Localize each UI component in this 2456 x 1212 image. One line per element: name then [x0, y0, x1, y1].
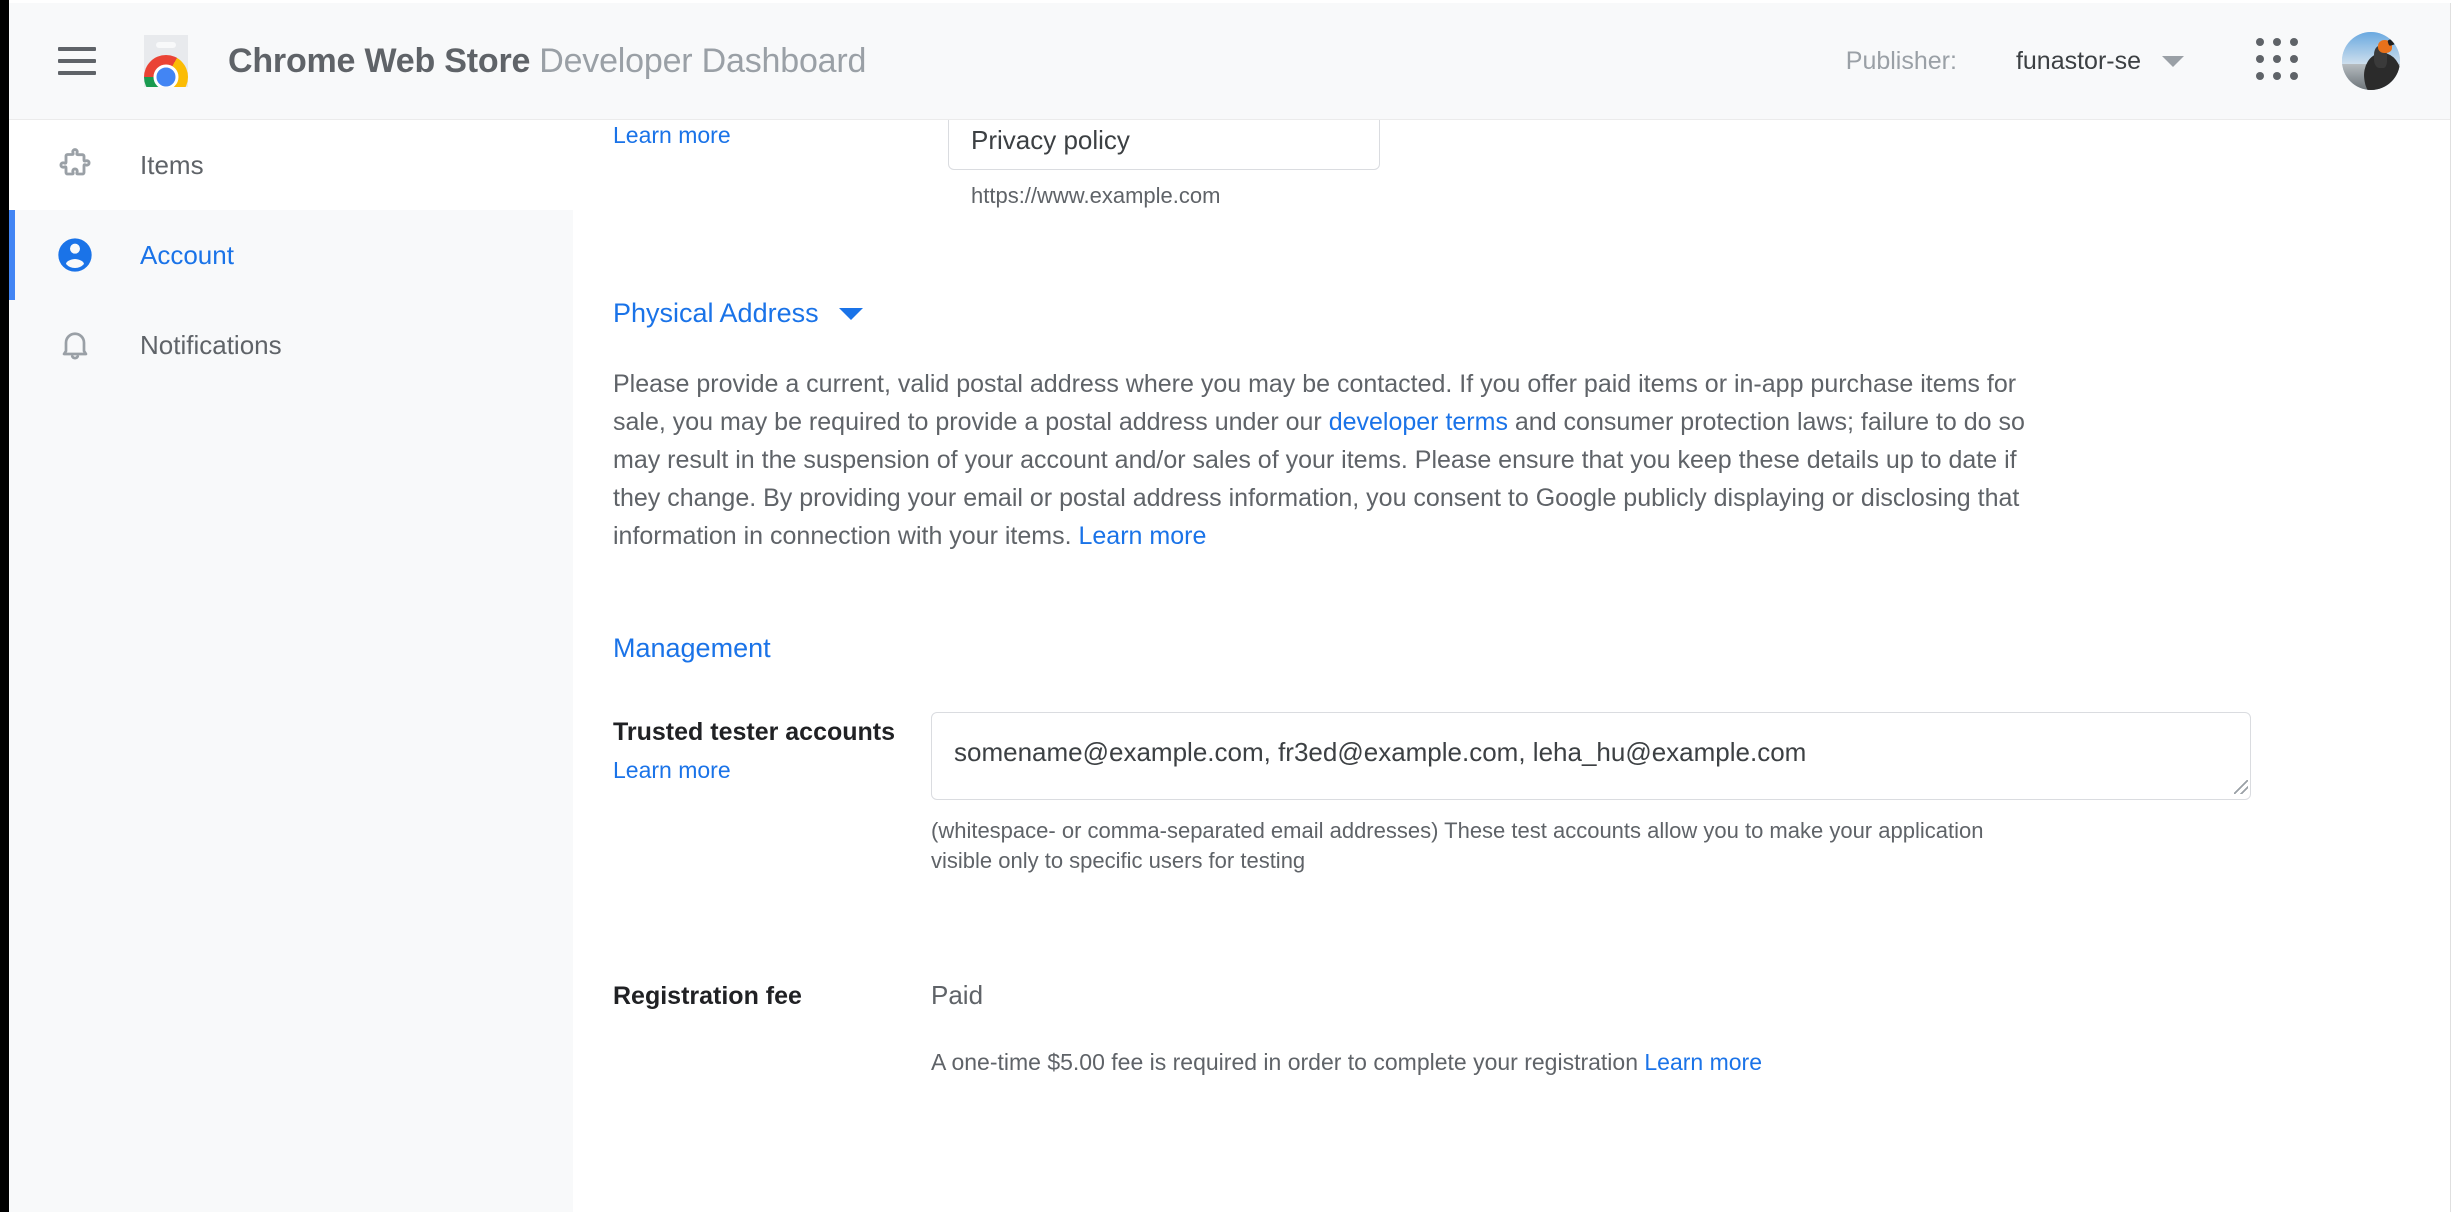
privacy-policy-learn-more-link[interactable]: Learn more: [613, 120, 731, 150]
page-root: Chrome Web Store Developer Dashboard Publ…: [0, 0, 2456, 1212]
apps-grid-dot: [2256, 55, 2264, 63]
apps-grid-dot: [2273, 38, 2281, 46]
physical-address-learn-more-link[interactable]: Learn more: [1079, 522, 1207, 550]
sidebar-item-label: Items: [140, 149, 204, 180]
privacy-policy-row: Learn more Privacy policy https://www.ex…: [613, 120, 2450, 242]
trusted-tester-label-col: Trusted tester accounts Learn more: [613, 712, 931, 784]
trusted-tester-label: Trusted tester accounts: [613, 718, 896, 746]
privacy-policy-helper-text: https://www.example.com: [971, 183, 1221, 208]
bell-icon: [55, 325, 95, 365]
chevron-down-icon: [2162, 55, 2184, 67]
publisher-label: Publisher:: [1845, 46, 1957, 75]
apps-grid-dot: [2256, 72, 2264, 80]
content-inner: Learn more Privacy policy https://www.ex…: [573, 120, 2450, 1076]
account-circle-icon: [55, 235, 95, 275]
sidebar: Items Account Notifications: [9, 120, 573, 1212]
sidebar-item-label: Notifications: [140, 329, 282, 360]
physical-address-description: Please provide a current, valid postal a…: [613, 365, 2056, 555]
hamburger-bar: [58, 71, 96, 75]
management-heading: Management: [613, 633, 2450, 664]
physical-address-section: Physical Address Please provide a curren…: [613, 298, 2450, 555]
apps-grid-dot: [2273, 55, 2281, 63]
trusted-tester-accounts-row: Trusted tester accounts Learn more somen…: [613, 712, 2450, 876]
publisher-value: funastor-se: [2015, 46, 2141, 75]
trusted-tester-textarea[interactable]: somename@example.com, fr3ed@example.com,…: [931, 712, 2251, 800]
textarea-resize-handle[interactable]: [2234, 780, 2248, 794]
publisher-dropdown[interactable]: funastor-se: [2016, 47, 2184, 76]
shopping-bag-shape: [144, 35, 188, 87]
chevron-down-icon: [838, 307, 863, 320]
apps-grid-dot: [2273, 72, 2281, 80]
apps-grid-icon[interactable]: [2256, 38, 2302, 84]
physical-address-heading[interactable]: Physical Address: [613, 298, 2450, 329]
apps-grid-dot: [2290, 38, 2298, 46]
registration-fee-label-col: Registration fee: [613, 976, 931, 1011]
management-section: Management Trusted tester accounts Learn…: [613, 633, 2450, 1076]
privacy-policy-input[interactable]: Privacy policy: [948, 120, 1380, 170]
app-header: Chrome Web Store Developer Dashboard Publ…: [9, 3, 2450, 120]
registration-fee-note: A one-time $5.00 fee is required in orde…: [931, 1049, 2450, 1076]
app-title-light: Developer Dashboard: [539, 41, 867, 80]
sidebar-item-account[interactable]: Account: [9, 210, 573, 300]
hamburger-menu-icon[interactable]: [51, 35, 103, 87]
sidebar-item-notifications[interactable]: Notifications: [9, 300, 573, 390]
avatar[interactable]: [2342, 32, 2400, 90]
registration-fee-row: Registration fee Paid A one-time $5.00 f…: [613, 976, 2450, 1076]
app-title-strong: Chrome Web Store: [228, 41, 531, 80]
sidebar-item-items[interactable]: Items: [9, 120, 573, 210]
chrome-icon: [144, 55, 188, 87]
window-top-edge: [9, 0, 2456, 3]
apps-grid-dot: [2256, 38, 2264, 46]
sidebar-item-label: Account: [140, 239, 234, 270]
physical-address-heading-label: Physical Address: [613, 298, 819, 328]
puzzle-piece-icon: [55, 145, 95, 185]
registration-fee-label: Registration fee: [613, 982, 802, 1010]
registration-fee-note-text: A one-time $5.00 fee is required in orde…: [931, 1049, 1645, 1075]
management-heading-label: Management: [613, 633, 771, 663]
trusted-tester-helper-text: (whitespace- or comma-separated email ad…: [931, 818, 1984, 873]
trusted-tester-learn-more-link[interactable]: Learn more: [613, 757, 931, 784]
main-content: Learn more Privacy policy https://www.ex…: [573, 120, 2450, 1212]
chrome-web-store-logo: [136, 31, 192, 91]
registration-fee-value: Paid: [931, 980, 984, 1010]
header-actions: Publisher: funastor-se: [1846, 32, 2450, 90]
bag-handle-shape: [156, 42, 176, 48]
developer-terms-link[interactable]: developer terms: [1329, 408, 1508, 436]
hamburger-bar: [58, 59, 96, 63]
registration-fee-learn-more-link[interactable]: Learn more: [1644, 1049, 1762, 1075]
page-title: Chrome Web Store Developer Dashboard: [228, 42, 866, 81]
registration-fee-value-col: Paid A one-time $5.00 fee is required in…: [931, 976, 2450, 1076]
trusted-tester-input-col: somename@example.com, fr3ed@example.com,…: [931, 712, 2450, 876]
hamburger-bar: [58, 47, 96, 51]
window-left-gutter: [0, 0, 9, 1212]
apps-grid-dot: [2290, 55, 2298, 63]
window-right-edge: [2450, 0, 2456, 1212]
apps-grid-dot: [2290, 72, 2298, 80]
